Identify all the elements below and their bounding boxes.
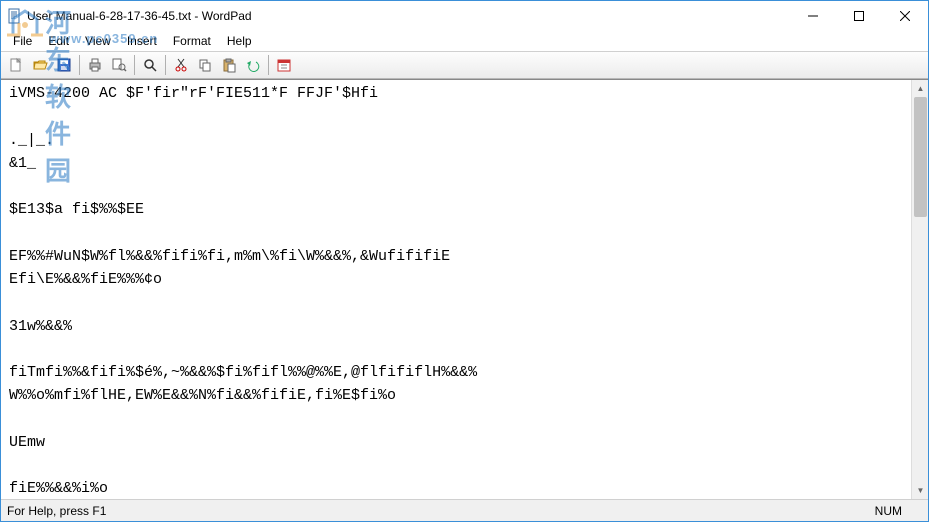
- print-preview-button[interactable]: [108, 54, 130, 76]
- maximize-button[interactable]: [836, 1, 882, 31]
- new-button[interactable]: [5, 54, 27, 76]
- copy-button[interactable]: [194, 54, 216, 76]
- close-button[interactable]: [882, 1, 928, 31]
- toolbar: [1, 51, 928, 79]
- paste-button[interactable]: [218, 54, 240, 76]
- menu-edit[interactable]: Edit: [40, 32, 77, 50]
- menubar: File Edit View Insert Format Help: [1, 31, 928, 51]
- status-num: NUM: [855, 504, 922, 518]
- toolbar-separator: [79, 55, 80, 75]
- scroll-down-icon[interactable]: ▼: [912, 482, 928, 499]
- window-title: User Manual-6-28-17-36-45.txt - WordPad: [27, 9, 252, 23]
- editor-area: iVMS-4200 AC $F'fir"rF'FIE511*F FFJF'$Hf…: [1, 79, 928, 499]
- minimize-button[interactable]: [790, 1, 836, 31]
- menu-file[interactable]: File: [5, 32, 40, 50]
- menu-format[interactable]: Format: [165, 32, 219, 50]
- save-button[interactable]: [53, 54, 75, 76]
- menu-help[interactable]: Help: [219, 32, 260, 50]
- menu-insert[interactable]: Insert: [119, 32, 165, 50]
- titlebar: User Manual-6-28-17-36-45.txt - WordPad: [1, 1, 928, 31]
- print-button[interactable]: [84, 54, 106, 76]
- scroll-thumb[interactable]: [914, 97, 927, 217]
- datetime-button[interactable]: [273, 54, 295, 76]
- document-text[interactable]: iVMS-4200 AC $F'fir"rF'FIE511*F FFJF'$Hf…: [1, 80, 911, 499]
- undo-button[interactable]: [242, 54, 264, 76]
- status-help-text: For Help, press F1: [7, 504, 106, 518]
- wordpad-app-icon: [7, 8, 23, 24]
- open-button[interactable]: [29, 54, 51, 76]
- toolbar-separator: [134, 55, 135, 75]
- vertical-scrollbar[interactable]: ▲ ▼: [911, 80, 928, 499]
- toolbar-separator: [165, 55, 166, 75]
- statusbar: For Help, press F1 NUM: [1, 499, 928, 521]
- menu-view[interactable]: View: [77, 32, 119, 50]
- find-button[interactable]: [139, 54, 161, 76]
- window-controls: [790, 1, 928, 31]
- toolbar-separator: [268, 55, 269, 75]
- scroll-up-icon[interactable]: ▲: [912, 80, 928, 97]
- cut-button[interactable]: [170, 54, 192, 76]
